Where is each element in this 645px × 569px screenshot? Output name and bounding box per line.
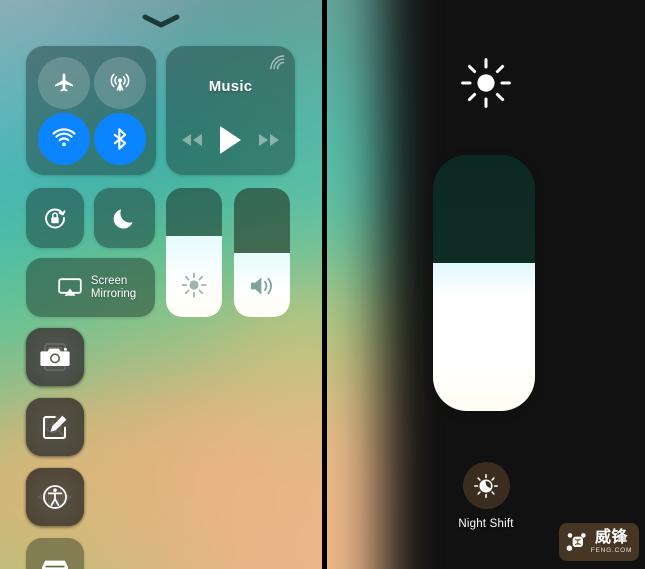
brightness-slider-expanded-fill [433,262,535,411]
control-center-screenshot: Music Screen Mirroring tv Night Shift 威锋… [0,0,645,569]
watermark-cn: 威锋 [594,528,628,546]
car-icon [42,560,68,569]
volume-slider[interactable] [234,188,290,317]
watermark: 威锋 FENG.COM [559,523,639,561]
rotation-lock-toggle[interactable] [26,188,84,248]
brightness-expanded-panel: Night Shift [327,0,645,569]
wifi-toggle[interactable] [38,113,90,165]
brightness-icon [166,271,222,299]
accessibility-icon [43,485,67,509]
control-center-main-panel: Music Screen Mirroring tv [0,0,322,569]
brightness-icon [327,56,645,110]
brightness-slider[interactable] [166,188,222,317]
fast-forward-icon[interactable] [257,132,281,153]
do-not-disturb-while-driving-button[interactable] [26,538,84,569]
do-not-disturb-toggle[interactable] [94,188,155,248]
control-grid-row [26,328,296,386]
night-shift-button[interactable]: Night Shift [327,462,645,530]
chevron-down-icon[interactable] [0,14,322,28]
feng-logo-icon [566,533,586,551]
connectivity-module[interactable] [26,46,156,175]
screen-mirroring-label: Screen Mirroring [90,274,137,300]
camera-icon [40,347,70,366]
accessibility-shortcuts-button[interactable] [26,468,84,526]
cellular-icon [110,73,130,92]
cellular-data-toggle[interactable] [94,57,146,109]
music-transport-controls [166,124,295,161]
music-module[interactable]: Music [166,46,295,175]
moon-icon [113,209,132,229]
bluetooth-icon [113,128,127,150]
airplay-screen-icon [58,277,82,296]
control-grid-row [26,538,296,569]
night-shift-icon [462,462,510,509]
watermark-en: FENG.COM [590,546,633,554]
wifi-icon [52,128,76,147]
volume-icon [234,273,290,299]
airplay-icon[interactable] [269,54,286,76]
control-grid-row [26,468,296,526]
rotation-lock-icon [45,208,66,229]
screen-mirroring-button[interactable]: Screen Mirroring [26,258,155,317]
airplane-icon [55,73,73,92]
control-grid-row: tv [26,398,296,456]
play-icon[interactable] [216,124,244,161]
rewind-icon[interactable] [180,132,204,153]
music-title: Music [208,78,253,95]
notes-button[interactable] [26,398,84,456]
bluetooth-toggle[interactable] [94,113,146,165]
panel-divider [322,0,327,569]
night-shift-label: Night Shift [458,518,514,530]
camera-button[interactable] [26,328,84,386]
notes-icon [43,415,67,439]
brightness-slider-expanded[interactable] [433,155,535,411]
airplane-mode-toggle[interactable] [38,57,90,109]
